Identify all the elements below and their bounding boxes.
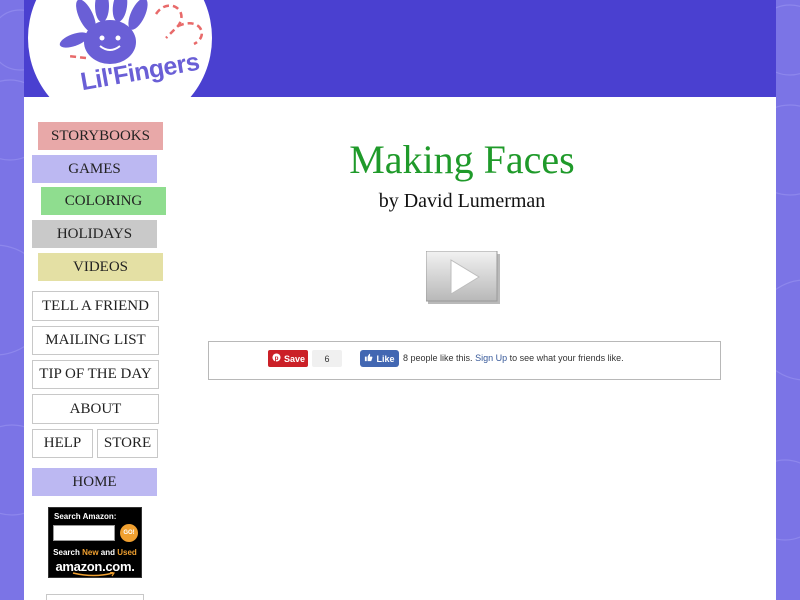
amazon-search-label: Search Amazon: (54, 512, 117, 521)
pinterest-save-count: 6 (312, 350, 342, 367)
amazon-search-widget: Search Amazon: GO! Search New and Used a… (48, 507, 142, 578)
facebook-like-count-text: 8 people like this. (403, 353, 473, 363)
sidebar-bottom-box (46, 594, 144, 600)
amazon-tagline-prefix: Search (53, 548, 80, 557)
facebook-like-suffix: to see what your friends like. (509, 353, 624, 363)
help-link[interactable]: HELP (32, 429, 93, 458)
tell-a-friend-link[interactable]: TELL A FRIEND (32, 291, 159, 321)
amazon-tagline-used: Used (117, 548, 137, 557)
nav-videos-button[interactable]: VIDEOS (38, 253, 163, 281)
amazon-tagline-mid: and (100, 548, 116, 557)
play-video-button[interactable] (426, 251, 500, 304)
pinterest-icon: p (272, 353, 281, 364)
page-title: Making Faces (349, 137, 575, 182)
nav-home-button[interactable]: HOME (32, 468, 157, 496)
page-container: Lil'Fingers STORYBOOKS GAMES COLORING HO… (24, 0, 776, 600)
thumbs-up-icon (364, 353, 373, 364)
pinterest-save-label: Save (284, 353, 306, 364)
about-link[interactable]: ABOUT (32, 394, 159, 424)
nav-games-button[interactable]: GAMES (32, 155, 157, 183)
store-link[interactable]: STORE (97, 429, 158, 458)
nav-coloring-button[interactable]: COLORING (41, 187, 166, 215)
author-byline: by David Lumerman (378, 190, 546, 212)
amazon-go-button[interactable]: GO! (120, 524, 138, 542)
pinterest-save-button[interactable]: p Save (268, 350, 308, 367)
social-share-bar: p Save 6 Like 8 people like this. Sign U… (208, 341, 721, 380)
amazon-search-input[interactable] (53, 525, 115, 541)
amazon-tagline: Search New and Used (49, 548, 141, 557)
facebook-like-summary: 8 people like this. Sign Up to see what … (403, 353, 624, 363)
amazon-tagline-new: New (82, 548, 99, 557)
facebook-signup-link[interactable]: Sign Up (475, 353, 507, 363)
facebook-like-button[interactable]: Like (360, 350, 399, 367)
tip-of-the-day-link[interactable]: TIP OF THE DAY (32, 360, 159, 389)
lil-fingers-logo[interactable]: Lil'Fingers (28, 0, 218, 130)
facebook-like-label: Like (376, 353, 395, 364)
nav-storybooks-button[interactable]: STORYBOOKS (38, 122, 163, 150)
svg-text:p: p (275, 355, 279, 362)
nav-holidays-button[interactable]: HOLIDAYS (32, 220, 157, 248)
mailing-list-link[interactable]: MAILING LIST (32, 326, 159, 355)
amazon-smile-icon (72, 572, 115, 577)
